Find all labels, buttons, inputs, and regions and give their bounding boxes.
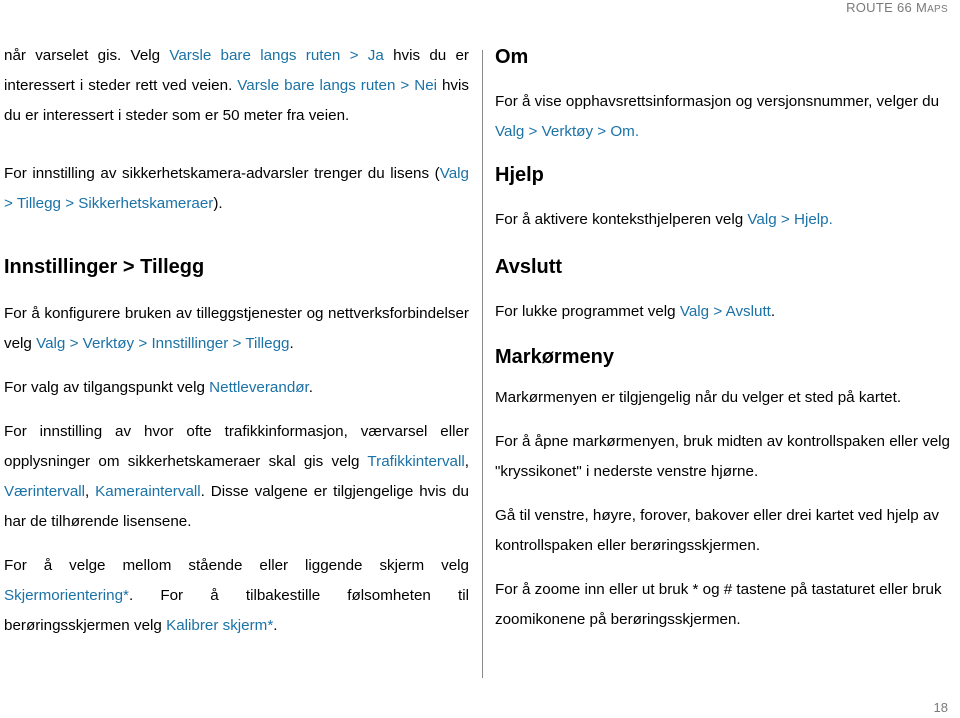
menu-path-link[interactable]: Valg > Avslutt <box>680 303 771 320</box>
menu-path-link[interactable]: Valg > Verktøy > Innstillinger > Tillegg <box>36 335 289 352</box>
section-heading-markormeny: Markørmeny <box>495 346 614 368</box>
menu-path-link[interactable]: Valg > Hjelp. <box>747 211 832 228</box>
section-heading-addons: Innstillinger > Tillegg <box>4 256 205 278</box>
menu-path-link[interactable]: Nettleverandør <box>209 379 309 396</box>
paragraph-markormeny-1: Markørmenyen er tilgjengelig når du velg… <box>495 389 902 406</box>
menu-path-link[interactable]: Valg > Verktøy > Om. <box>495 123 639 140</box>
text: når varselet gis. Velg <box>4 47 170 64</box>
text: ). <box>213 195 223 212</box>
left-column: når varselet gis. Velg Varsle bare langs… <box>4 41 469 641</box>
paragraph-markormeny-4: For å zoome inn eller ut bruk * og # tas… <box>495 581 942 628</box>
paragraph-om: For å vise opphavsrettsinformasjon og ve… <box>495 87 960 147</box>
paragraph-markormeny-3: Gå til venstre, høyre, forover, bakover … <box>495 507 940 554</box>
right-column: Om For å vise opphavsrettsinformasjon og… <box>495 43 960 635</box>
section-heading-om: Om <box>495 46 529 68</box>
menu-path-link[interactable]: Kalibrer skjerm* <box>166 617 273 634</box>
menu-path-link[interactable]: Kameraintervall <box>95 483 201 500</box>
page-number: 18 <box>933 700 948 715</box>
text: . <box>289 335 294 352</box>
menu-path-link[interactable]: Trafikkintervall <box>367 453 464 470</box>
text: For å vise opphavsrettsinformasjon og ve… <box>495 93 940 110</box>
text: . <box>770 303 776 320</box>
text: For lukke programmet velg <box>495 303 680 320</box>
menu-path-link[interactable]: Skjermorientering* <box>4 587 129 604</box>
text: For innstilling av sikkerhetskamera-adva… <box>4 165 440 182</box>
section-heading-hjelp: Hjelp <box>495 164 544 186</box>
running-title-smallcaps: APS <box>927 4 948 15</box>
running-title-main: ROUTE 66 M <box>846 0 928 15</box>
paragraph-hjelp: For å aktivere konteksthjelperen velg Va… <box>495 205 960 235</box>
running-header: ROUTE 66 MAPS <box>846 0 948 18</box>
paragraph-markormeny-2: For å åpne markørmenyen, bruk midten av … <box>495 433 950 480</box>
text: For å velge mellom stående eller liggend… <box>4 557 469 574</box>
text: , <box>464 453 469 470</box>
text: For å aktivere konteksthjelperen velg <box>495 211 748 228</box>
text: . <box>273 617 278 634</box>
paragraph-access-point: For valg av tilgangspunkt velg Nettlever… <box>4 373 469 403</box>
paragraph-screen-orientation: For å velge mellom stående eller liggend… <box>4 551 469 641</box>
text: , <box>85 483 96 500</box>
paragraph-avslutt: For lukke programmet velg Valg > Avslutt… <box>495 297 960 327</box>
paragraph-safety-camera: For innstilling av sikkerhetskamera-adva… <box>4 159 469 219</box>
menu-path-link[interactable]: Varsle bare langs ruten > Nei <box>237 77 437 94</box>
text: . <box>308 379 313 396</box>
menu-path-link[interactable]: Værintervall <box>4 483 85 500</box>
text: For valg av tilgangspunkt velg <box>4 379 210 396</box>
menu-path-link[interactable]: Varsle bare langs ruten > Ja <box>169 47 383 64</box>
section-heading-avslutt: Avslutt <box>495 256 563 278</box>
paragraph-configure-addons: For å konfigurere bruken av tilleggstjen… <box>4 299 469 359</box>
column-divider <box>482 50 483 678</box>
paragraph-alert-route: når varselet gis. Velg Varsle bare langs… <box>4 41 469 131</box>
paragraph-intervals: For innstilling av hvor ofte trafikkinfo… <box>4 417 469 537</box>
